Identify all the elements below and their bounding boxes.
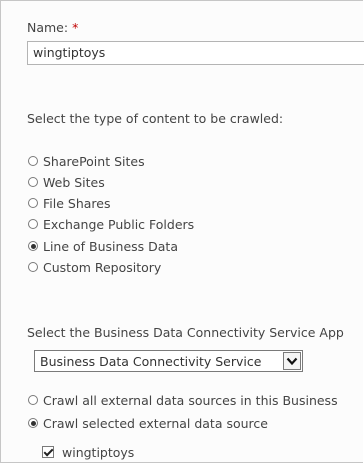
name-label-row: Name: *	[27, 20, 78, 35]
radio-button[interactable]	[28, 219, 38, 229]
bdc-prompt: Select the Business Data Connectivity Se…	[27, 325, 344, 340]
checkbox[interactable]	[42, 446, 54, 458]
checkbox-label: wingtiptoys	[62, 444, 135, 460]
radio-label: Web Sites	[43, 174, 105, 190]
radio-label: Line of Business Data	[43, 238, 178, 254]
radio-button[interactable]	[28, 177, 38, 187]
name-input[interactable]: wingtiptoys	[27, 41, 364, 65]
chevron-down-icon[interactable]	[283, 352, 301, 370]
radio-sharepoint-sites[interactable]: SharePoint Sites	[28, 152, 145, 170]
radio-button[interactable]	[28, 262, 38, 272]
radio-crawl-all-sources[interactable]: Crawl all external data sources in this …	[28, 391, 338, 409]
radio-button-selected[interactable]	[28, 418, 38, 428]
radio-label: Custom Repository	[43, 259, 162, 275]
radio-label: Exchange Public Folders	[43, 216, 195, 232]
content-type-prompt: Select the type of content to be crawled…	[27, 111, 284, 126]
radio-button-selected[interactable]	[28, 241, 38, 251]
radio-exchange-public-folders[interactable]: Exchange Public Folders	[28, 215, 194, 233]
bdc-select-value: Business Data Connectivity Service	[40, 353, 262, 369]
radio-button[interactable]	[28, 395, 38, 405]
required-marker: *	[72, 20, 79, 35]
name-label: Name:	[27, 20, 69, 35]
radio-web-sites[interactable]: Web Sites	[28, 173, 105, 191]
radio-label: SharePoint Sites	[43, 153, 145, 169]
radio-custom-repository[interactable]: Custom Repository	[28, 258, 161, 276]
radio-line-of-business-data[interactable]: Line of Business Data	[28, 237, 178, 255]
radio-button[interactable]	[28, 198, 38, 208]
checkbox-wingtiptoys[interactable]: wingtiptoys	[42, 443, 134, 461]
radio-button[interactable]	[28, 156, 38, 166]
radio-label: Crawl all external data sources in this …	[43, 392, 338, 408]
radio-crawl-selected-source[interactable]: Crawl selected external data source	[28, 414, 268, 432]
radio-label: Crawl selected external data source	[43, 415, 268, 431]
radio-file-shares[interactable]: File Shares	[28, 194, 110, 212]
radio-label: File Shares	[43, 195, 111, 211]
crawl-settings-panel: Name: * wingtiptoys Select the type of c…	[0, 0, 364, 463]
bdc-service-select[interactable]: Business Data Connectivity Service	[34, 350, 303, 372]
